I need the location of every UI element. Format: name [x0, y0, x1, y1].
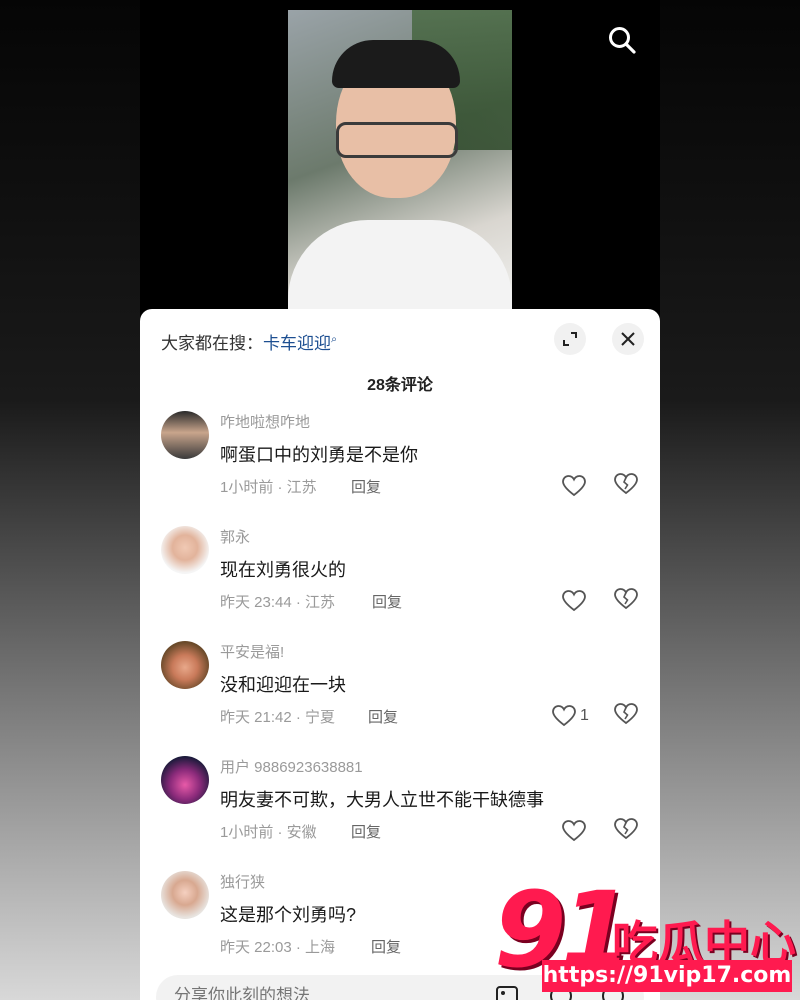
comment-text: 这是那个刘勇吗? — [220, 905, 357, 925]
comment-username[interactable]: 用户 9886923638881 — [220, 756, 363, 777]
comment-time-location: 昨天 23:44 · 江苏 — [220, 594, 336, 611]
comments-sheet: 大家都在搜：卡车迎迎⌕ 28条评论 咋地啦想咋地 啊蛋口中的刘勇是不是你 1小时… — [140, 309, 660, 1000]
person-glasses — [336, 122, 458, 158]
comment-text: 现在刘勇很火的 — [220, 560, 346, 580]
reply-button[interactable]: 回复 — [351, 476, 381, 497]
broken-heart-icon — [614, 703, 638, 725]
broken-heart-icon — [614, 588, 638, 610]
reply-button[interactable]: 回复 — [371, 936, 401, 957]
comment-text: 没和迎迎在一块 — [220, 675, 346, 695]
like-count: 1 — [580, 707, 589, 724]
comment-time-location: 1小时前 · 安徽 — [220, 824, 317, 841]
phone-screen: 大家都在搜：卡车迎迎⌕ 28条评论 咋地啦想咋地 啊蛋口中的刘勇是不是你 1小时… — [140, 0, 660, 1000]
comment-item: 咋地啦想咋地 啊蛋口中的刘勇是不是你 1小时前 · 江苏 回复 — [140, 411, 660, 521]
reply-button[interactable]: 回复 — [351, 821, 381, 842]
avatar[interactable] — [161, 756, 209, 804]
hot-search-label: 大家都在搜： — [161, 334, 263, 353]
search-icon — [609, 27, 636, 54]
video-player[interactable] — [288, 10, 512, 310]
comment-item: 郭永 现在刘勇很火的 昨天 23:44 · 江苏 回复 — [140, 526, 660, 636]
comment-item: 平安是福! 没和迎迎在一块 昨天 21:42 · 宁夏 回复 1 — [140, 641, 660, 751]
like-button[interactable]: 1 — [552, 703, 589, 729]
comment-count: 28条评论 — [367, 377, 433, 394]
avatar[interactable] — [161, 526, 209, 574]
emoji-icon[interactable] — [548, 983, 574, 1000]
close-icon — [621, 332, 635, 346]
comment-username[interactable]: 独行狭 — [220, 871, 265, 892]
comments-header: 大家都在搜：卡车迎迎⌕ — [140, 309, 660, 369]
comment-item: 独行狭 这是那个刘勇吗? 昨天 22:03 · 上海 回复 — [140, 871, 660, 981]
comment-username[interactable]: 郭永 — [220, 526, 250, 547]
hot-search-keyword[interactable]: 卡车迎迎 — [263, 334, 331, 353]
comment-username[interactable]: 平安是福! — [220, 641, 284, 662]
expand-icon — [563, 332, 577, 346]
avatar[interactable] — [161, 411, 209, 459]
avatar[interactable] — [161, 871, 209, 919]
heart-icon — [562, 590, 586, 612]
heart-icon — [562, 820, 586, 842]
close-button[interactable] — [612, 323, 644, 355]
person-shirt — [288, 220, 512, 310]
avatar[interactable] — [161, 641, 209, 689]
comment-username[interactable]: 咋地啦想咋地 — [220, 411, 310, 432]
comment-text: 明友妻不可欺，大男人立世不能干缺德事 — [220, 790, 544, 810]
dislike-button[interactable] — [614, 818, 640, 844]
broken-heart-icon — [614, 818, 638, 840]
comment-time-location: 昨天 21:42 · 宁夏 — [220, 709, 336, 726]
comment-time-location: 昨天 22:03 · 上海 — [220, 939, 336, 956]
dislike-button[interactable] — [614, 703, 640, 729]
comment-input-bar — [156, 975, 644, 1000]
comment-time-location: 1小时前 · 江苏 — [220, 479, 317, 496]
like-button[interactable] — [562, 818, 590, 844]
like-button[interactable] — [562, 588, 590, 614]
like-button[interactable] — [562, 473, 590, 499]
broken-heart-icon — [614, 473, 638, 495]
comment-item: 用户 9886923638881 明友妻不可欺，大男人立世不能干缺德事 1小时前… — [140, 756, 660, 866]
mention-icon[interactable] — [600, 983, 626, 1000]
expand-button[interactable] — [554, 323, 586, 355]
small-search-icon: ⌕ — [331, 333, 338, 346]
dislike-button[interactable] — [614, 588, 640, 614]
image-icon[interactable] — [494, 983, 520, 1000]
reply-button[interactable]: 回复 — [372, 591, 402, 612]
search-button[interactable] — [602, 20, 642, 60]
dislike-button[interactable] — [614, 473, 640, 499]
hot-search: 大家都在搜：卡车迎迎⌕ — [161, 329, 337, 354]
heart-icon — [552, 705, 576, 727]
reply-button[interactable]: 回复 — [368, 706, 398, 727]
person-hair — [332, 40, 460, 88]
comment-text: 啊蛋口中的刘勇是不是你 — [220, 445, 418, 465]
comment-input[interactable] — [172, 985, 476, 1000]
heart-icon — [562, 475, 586, 497]
